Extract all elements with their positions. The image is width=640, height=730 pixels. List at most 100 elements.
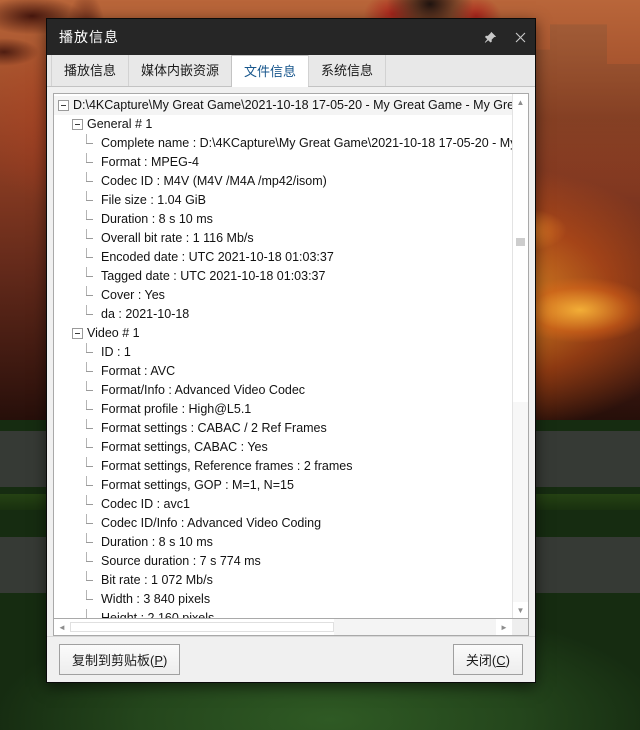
vertical-scrollbar[interactable]: ▲ ▼ [512, 94, 528, 618]
tree-connector-icon [86, 552, 97, 567]
tree-connector-icon [86, 191, 97, 206]
vertical-scrollbar-track[interactable] [513, 110, 528, 602]
tree-row[interactable]: Codec ID : avc1 [54, 495, 512, 514]
tree-connector-icon [86, 457, 97, 472]
horizontal-scrollbar-track[interactable] [70, 619, 496, 635]
tree-row[interactable]: Format : MPEG-4 [54, 153, 512, 172]
tree-row[interactable]: Tagged date : UTC 2021-10-18 01:03:37 [54, 267, 512, 286]
dialog-content: D:\4KCapture\My Great Game\2021-10-18 17… [47, 87, 535, 636]
close-button-label: 关闭 [465, 653, 492, 668]
copy-to-clipboard-button[interactable]: 复制到剪贴板(P) [59, 644, 181, 675]
tree-row[interactable]: Duration : 8 s 10 ms [54, 210, 512, 229]
tree-row[interactable]: Format settings, CABAC : Yes [54, 438, 512, 457]
tree-connector-icon [86, 381, 97, 396]
tab-label: 播放信息 [64, 63, 117, 78]
tree-connector-icon [86, 229, 97, 244]
tab-label: 媒体内嵌资源 [141, 63, 220, 78]
tree-row[interactable]: Complete name : D:\4KCapture\My Great Ga… [54, 134, 512, 153]
expander-icon[interactable] [72, 119, 83, 130]
tree-row[interactable]: Format settings, GOP : M=1, N=15 [54, 476, 512, 495]
tree-row-label: Codec ID : avc1 [101, 497, 190, 511]
tree-connector-icon [86, 533, 97, 548]
tree-connector-icon [86, 514, 97, 529]
tree-row[interactable]: Format settings : CABAC / 2 Ref Frames [54, 419, 512, 438]
tree-row-label: Duration : 8 s 10 ms [101, 535, 213, 549]
tree-connector-icon [86, 438, 97, 453]
tree-row[interactable]: File size : 1.04 GiB [54, 191, 512, 210]
expander-icon[interactable] [72, 328, 83, 339]
scrollbar-corner [512, 619, 528, 635]
tree-row-label: Format : AVC [101, 364, 176, 378]
tree-row[interactable]: ID : 1 [54, 343, 512, 362]
tab-label: 系统信息 [321, 63, 374, 78]
tab-1[interactable]: 媒体内嵌资源 [128, 55, 233, 86]
tree-row[interactable]: Width : 3 840 pixels [54, 590, 512, 609]
close-icon[interactable] [505, 22, 535, 52]
copy-to-clipboard-accel: P [154, 653, 164, 668]
pin-icon[interactable] [475, 22, 505, 52]
tree-row[interactable]: Format profile : High@L5.1 [54, 400, 512, 419]
tree-row[interactable]: Cover : Yes [54, 286, 512, 305]
tree-row-label: Video # 1 [87, 326, 140, 340]
tree-row-label: D:\4KCapture\My Great Game\2021-10-18 17… [73, 98, 512, 112]
tree-row[interactable]: Overall bit rate : 1 116 Mb/s [54, 229, 512, 248]
tree-row[interactable]: Bit rate : 1 072 Mb/s [54, 571, 512, 590]
tree-row-label: Format profile : High@L5.1 [101, 402, 252, 416]
tree-connector-icon [86, 590, 97, 605]
tree-row-label: Duration : 8 s 10 ms [101, 212, 213, 226]
tab-label: 文件信息 [244, 64, 297, 79]
tree-connector-icon [86, 134, 97, 149]
tree-row-label: Format/Info : Advanced Video Codec [101, 383, 306, 397]
scroll-right-icon[interactable]: ► [496, 619, 512, 635]
tree-row-label: Format settings : CABAC / 2 Ref Frames [101, 421, 327, 435]
tree-row[interactable]: Height : 2 160 pixels [54, 609, 512, 618]
tree-row-label: da : 2021-10-18 [101, 307, 190, 321]
media-info-dialog: 播放信息 播放信息 媒体内嵌资源 文件信息 系统信息 D:\4KCapture\My … [46, 18, 536, 683]
tree-row-root[interactable]: D:\4KCapture\My Great Game\2021-10-18 17… [54, 96, 512, 115]
tab-2[interactable]: 文件信息 [231, 55, 310, 87]
tree-row[interactable]: Format settings, Reference frames : 2 fr… [54, 457, 512, 476]
expander-icon[interactable] [58, 100, 69, 111]
tree-connector-icon [86, 267, 97, 282]
tree-row[interactable]: Format/Info : Advanced Video Codec [54, 381, 512, 400]
dialog-title: 播放信息 [59, 29, 119, 45]
tree-row-label: Source duration : 7 s 774 ms [101, 554, 261, 568]
tree-row[interactable]: da : 2021-10-18 [54, 305, 512, 324]
tree-section-header[interactable]: General # 1 [54, 115, 512, 134]
tree-row-label: ID : 1 [101, 345, 131, 359]
tree-row-label: Height : 2 160 pixels [101, 611, 215, 618]
tree-connector-icon [86, 571, 97, 586]
tree-connector-icon [86, 286, 97, 301]
vertical-scrollbar-thumb[interactable] [516, 238, 525, 246]
tree-connector-icon [86, 476, 97, 491]
tree-row[interactable]: Encoded date : UTC 2021-10-18 01:03:37 [54, 248, 512, 267]
scroll-up-icon[interactable]: ▲ [513, 94, 528, 110]
tree-row[interactable]: Duration : 8 s 10 ms [54, 533, 512, 552]
tree-connector-icon [86, 362, 97, 377]
tree-row-label: Bit rate : 1 072 Mb/s [101, 573, 213, 587]
tree-row-label: Complete name : D:\4KCapture\My Great Ga… [101, 136, 512, 150]
file-info-tree[interactable]: D:\4KCapture\My Great Game\2021-10-18 17… [54, 94, 512, 618]
tree-row-label: Format settings, GOP : M=1, N=15 [101, 478, 294, 492]
tab-3[interactable]: 系统信息 [308, 55, 387, 86]
horizontal-scrollbar-rest[interactable] [334, 619, 496, 635]
tree-section-header[interactable]: Video # 1 [54, 324, 512, 343]
tree-connector-icon [86, 172, 97, 187]
tree-row-label: Encoded date : UTC 2021-10-18 01:03:37 [101, 250, 334, 264]
scroll-down-icon[interactable]: ▼ [513, 602, 528, 618]
tree-row[interactable]: Format : AVC [54, 362, 512, 381]
tree-connector-icon [86, 305, 97, 320]
horizontal-scrollbar[interactable]: ◄ ► [53, 619, 529, 636]
vertical-scrollbar-lower-track[interactable] [513, 402, 528, 602]
tree-row-label: Overall bit rate : 1 116 Mb/s [101, 231, 254, 245]
tree-row-label: Format settings, Reference frames : 2 fr… [101, 459, 353, 473]
close-button[interactable]: 关闭(C) [452, 644, 523, 675]
tree-row[interactable]: Codec ID/Info : Advanced Video Coding [54, 514, 512, 533]
tree-row[interactable]: Source duration : 7 s 774 ms [54, 552, 512, 571]
horizontal-scrollbar-thumb[interactable] [70, 622, 335, 632]
tree-row[interactable]: Codec ID : M4V (M4V /M4A /mp42/isom) [54, 172, 512, 191]
tree-row-label: General # 1 [87, 117, 153, 131]
tab-0[interactable]: 播放信息 [51, 55, 130, 86]
scroll-left-icon[interactable]: ◄ [54, 619, 70, 635]
tree-connector-icon [86, 343, 97, 358]
